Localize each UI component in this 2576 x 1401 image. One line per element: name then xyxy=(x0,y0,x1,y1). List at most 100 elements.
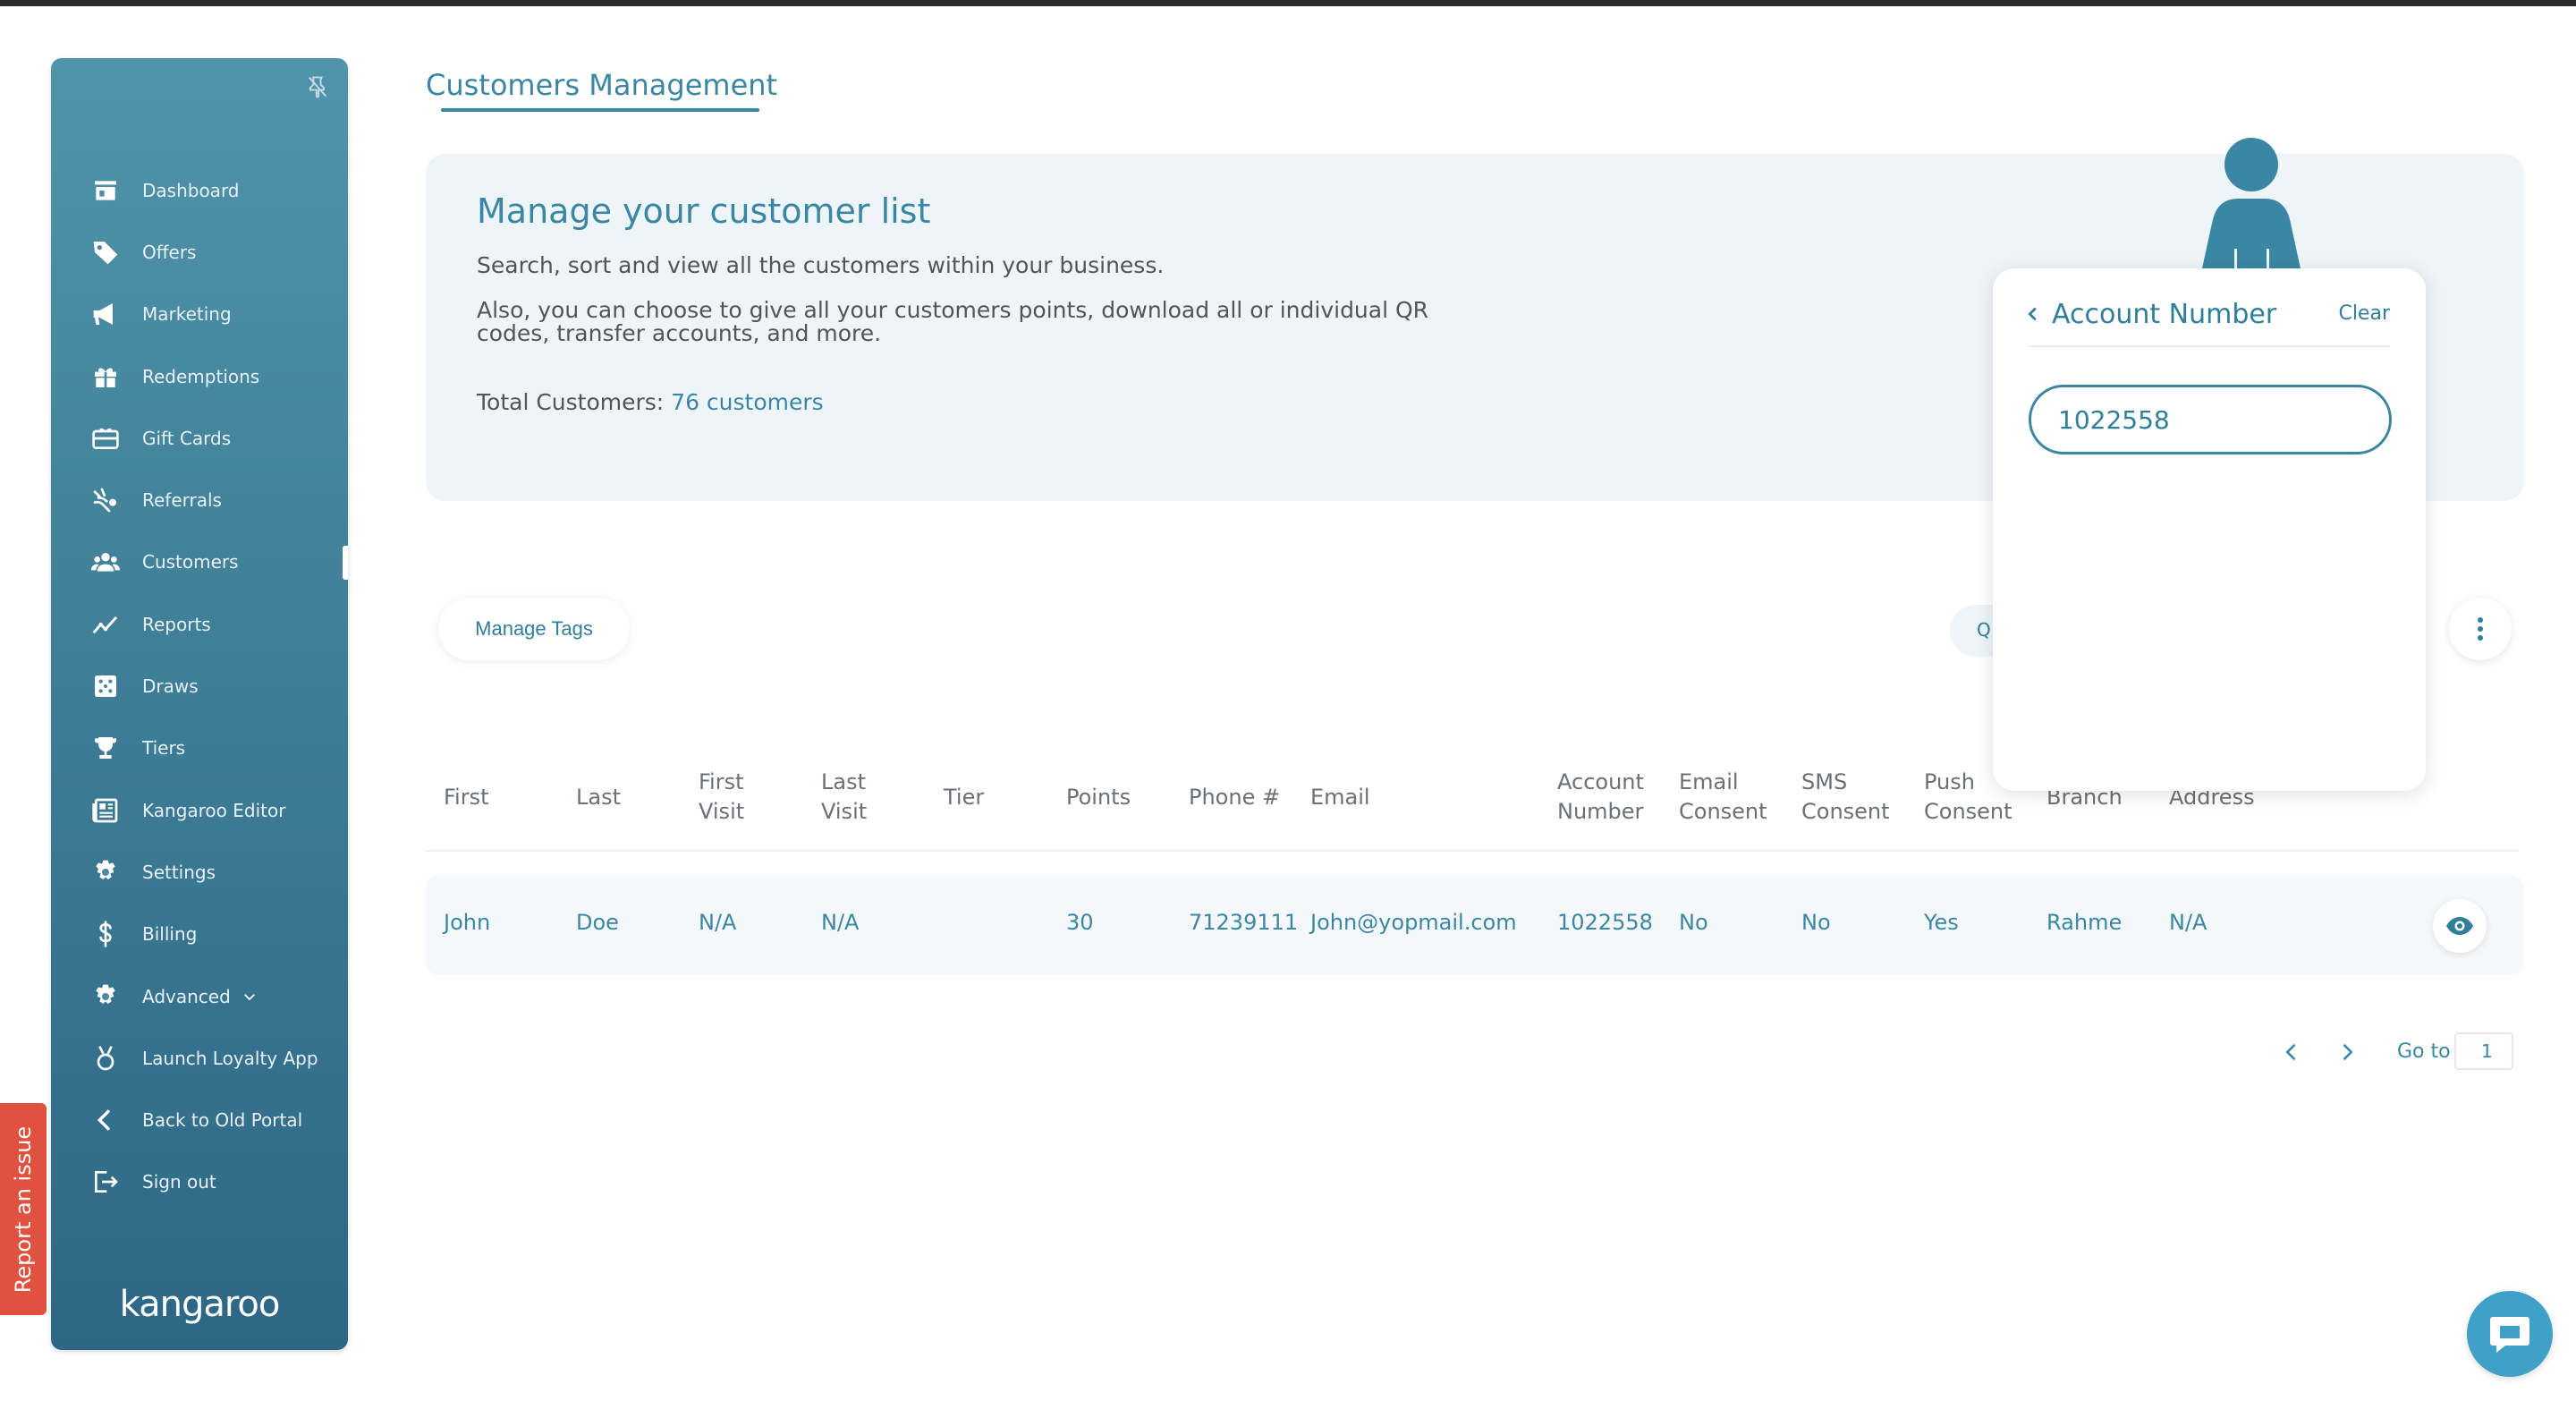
sidebar-item-back-to-old-portal[interactable]: Back to Old Portal xyxy=(51,1089,348,1151)
chevron-down-icon xyxy=(243,993,255,1000)
column-header-phone[interactable]: Phone # xyxy=(1189,783,1280,812)
total-customers: Total Customers: 76 customers xyxy=(477,389,824,415)
cell-branch: Rahme xyxy=(2046,910,2123,935)
chart-line-icon xyxy=(90,609,121,640)
cell-last-visit: N/A xyxy=(821,910,860,935)
column-header-email-consent[interactable]: Email Consent xyxy=(1679,768,1767,827)
column-header-account-number[interactable]: Account Number xyxy=(1557,768,1644,827)
filter-title[interactable]: Account Number xyxy=(2052,299,2276,330)
eye-icon xyxy=(2446,917,2473,935)
referral-icon xyxy=(90,485,121,515)
sidebar-item-label: Offers xyxy=(142,241,197,263)
page-title: Customers Management xyxy=(426,68,778,102)
cell-email-consent: No xyxy=(1679,910,1708,935)
table-header-divider xyxy=(426,850,2519,852)
sidebar-item-billing[interactable]: Billing xyxy=(51,904,348,965)
more-options-button[interactable] xyxy=(2449,598,2512,660)
report-issue-button[interactable]: Report an issue xyxy=(0,1103,47,1315)
tag-icon xyxy=(90,237,121,267)
sidebar-item-label: Dashboard xyxy=(142,179,240,201)
sidebar-item-label: Kangaroo Editor xyxy=(142,799,286,821)
store-icon xyxy=(90,175,121,206)
goto-page-input[interactable] xyxy=(2454,1032,2513,1070)
cell-address: N/A xyxy=(2169,910,2207,935)
chevron-right-icon[interactable] xyxy=(2334,1040,2360,1065)
sign-out-icon xyxy=(90,1167,121,1197)
sidebar-nav: Dashboard Offers Marketing Redemptions G… xyxy=(51,159,348,1213)
column-header-first[interactable]: First xyxy=(444,783,489,812)
title-underline xyxy=(441,108,759,112)
cell-last: Doe xyxy=(576,910,619,935)
clear-filter-button[interactable]: Clear xyxy=(2338,302,2390,325)
sidebar-item-reports[interactable]: Reports xyxy=(51,593,348,655)
column-header-tier[interactable]: Tier xyxy=(944,783,984,812)
search-partial-text: Q xyxy=(1977,619,1991,641)
cell-account-number: 1022558 xyxy=(1557,910,1653,935)
sidebar-item-advanced[interactable]: Advanced xyxy=(51,965,348,1027)
sidebar-item-dashboard[interactable]: Dashboard xyxy=(51,159,348,221)
gear-icon xyxy=(90,981,121,1012)
column-header-points[interactable]: Points xyxy=(1066,783,1131,812)
dice-icon xyxy=(90,671,121,701)
sidebar-item-tiers[interactable]: Tiers xyxy=(51,717,348,779)
people-icon xyxy=(90,547,121,577)
cell-points: 30 xyxy=(1066,910,1094,935)
brand-logo[interactable]: kangaroo xyxy=(51,1284,348,1325)
dollar-icon xyxy=(90,919,121,949)
column-header-first-visit[interactable]: First Visit xyxy=(699,768,744,827)
cell-email: John@yopmail.com xyxy=(1310,910,1517,935)
gear-icon xyxy=(90,857,121,887)
person-illustration-icon xyxy=(2202,138,2301,268)
sidebar-item-label: Customers xyxy=(142,551,239,573)
chat-button[interactable] xyxy=(2467,1291,2553,1377)
sidebar-item-label: Launch Loyalty App xyxy=(142,1047,318,1069)
account-number-input[interactable] xyxy=(2029,385,2392,454)
banner-description: Search, sort and view all the customers … xyxy=(477,252,1165,278)
column-header-email[interactable]: Email xyxy=(1310,783,1370,812)
gift-icon xyxy=(90,361,121,392)
sidebar-item-referrals[interactable]: Referrals xyxy=(51,469,348,531)
cell-first-visit: N/A xyxy=(699,910,737,935)
sidebar-item-label: Advanced xyxy=(142,985,231,1007)
sidebar-item-offers[interactable]: Offers xyxy=(51,221,348,283)
column-header-sms-consent[interactable]: SMS Consent xyxy=(1801,768,1890,827)
chevron-left-icon[interactable] xyxy=(2023,304,2043,324)
report-issue-label: Report an issue xyxy=(11,1125,37,1293)
column-header-last-visit[interactable]: Last Visit xyxy=(821,768,867,827)
total-customers-label: Total Customers: xyxy=(477,389,665,415)
cell-push-consent: Yes xyxy=(1924,910,1959,935)
sidebar-item-label: Tiers xyxy=(142,737,186,760)
medal-icon xyxy=(90,1043,121,1074)
more-vertical-icon xyxy=(2478,617,2483,641)
total-customers-count[interactable]: 76 customers xyxy=(671,389,824,415)
goto-label: Go to xyxy=(2397,1040,2451,1063)
column-header-last[interactable]: Last xyxy=(576,783,621,812)
sidebar-item-sign-out[interactable]: Sign out xyxy=(51,1151,348,1213)
cell-sms-consent: No xyxy=(1801,910,1831,935)
sidebar-item-kangaroo-editor[interactable]: Kangaroo Editor xyxy=(51,779,348,841)
newspaper-icon xyxy=(90,795,121,826)
sidebar-item-label: Marketing xyxy=(142,303,232,326)
sidebar-item-customers[interactable]: Customers xyxy=(51,531,348,593)
filter-divider xyxy=(2029,345,2390,347)
cell-first: John xyxy=(444,910,491,935)
banner-title: Manage your customer list xyxy=(477,191,931,231)
sidebar-item-marketing[interactable]: Marketing xyxy=(51,284,348,345)
sidebar-item-launch-loyalty-app[interactable]: Launch Loyalty App xyxy=(51,1027,348,1089)
cell-phone: 71239111 xyxy=(1189,910,1299,935)
sidebar-item-draws[interactable]: Draws xyxy=(51,655,348,717)
chevron-left-icon xyxy=(90,1105,121,1135)
view-customer-button[interactable] xyxy=(2433,899,2487,953)
pin-icon[interactable] xyxy=(305,74,330,99)
megaphone-icon xyxy=(90,299,121,329)
chat-bubble-icon xyxy=(2490,1317,2529,1353)
manage-tags-button[interactable]: Manage Tags xyxy=(438,598,630,660)
sidebar-item-label: Settings xyxy=(142,861,216,883)
gift-card-icon xyxy=(90,423,121,454)
sidebar-item-label: Gift Cards xyxy=(142,427,232,449)
sidebar-item-settings[interactable]: Settings xyxy=(51,841,348,903)
chevron-left-icon[interactable] xyxy=(2279,1040,2304,1065)
sidebar-item-redemptions[interactable]: Redemptions xyxy=(51,345,348,407)
sidebar-item-gift-cards[interactable]: Gift Cards xyxy=(51,407,348,469)
banner-description-secondary: Also, you can choose to give all your cu… xyxy=(477,297,1429,346)
